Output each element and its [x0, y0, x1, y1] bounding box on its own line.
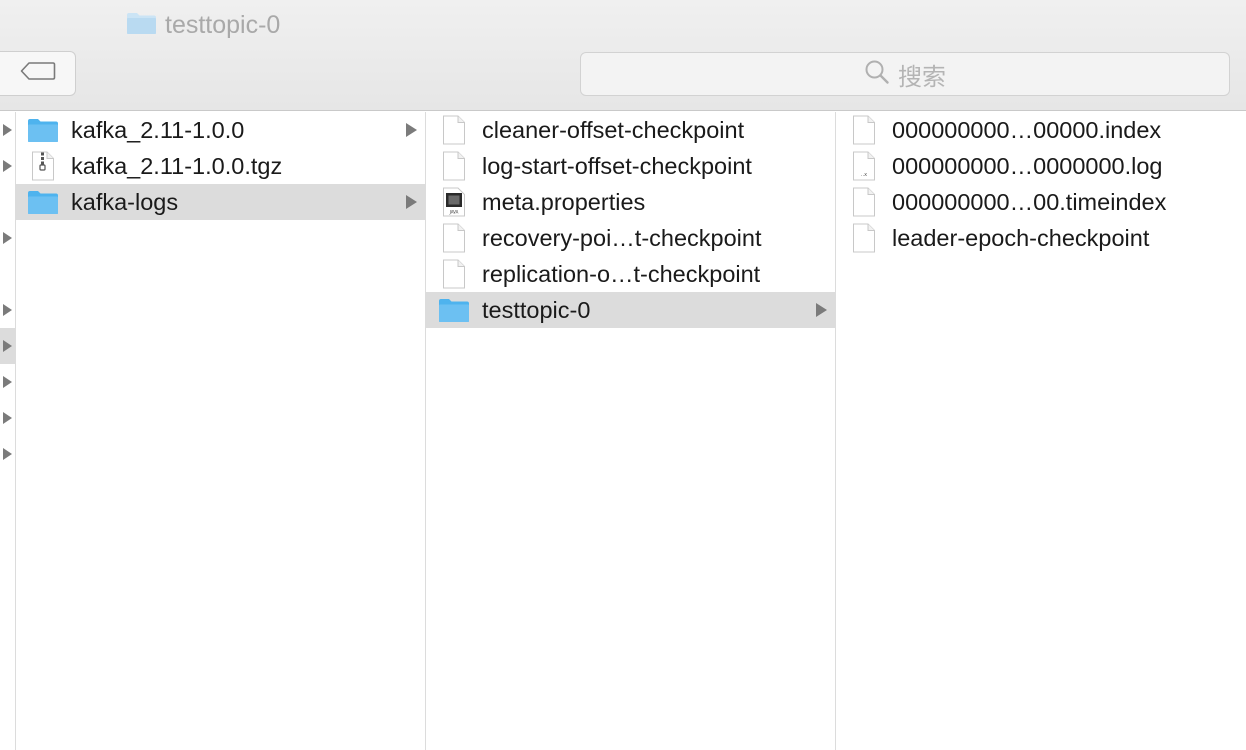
disclosure-arrow-icon	[3, 304, 12, 316]
list-item[interactable]: replication-o…t-checkpoint	[426, 256, 835, 292]
list-item[interactable]: ..x 000000000…0000000.log	[836, 148, 1246, 184]
list-item[interactable]: kafka_2.11-1.0.0.tgz	[16, 148, 425, 184]
svg-text:JAVA: JAVA	[449, 210, 459, 215]
search-placeholder: 搜索	[898, 62, 946, 91]
list-item-label: leader-epoch-checkpoint	[892, 224, 1150, 251]
collapsed-row[interactable]	[0, 148, 15, 184]
document-icon	[437, 259, 471, 289]
list-item-label: kafka-logs	[71, 188, 179, 215]
list-item-label: testtopic-0	[482, 296, 591, 323]
list-item-label: recovery-poi…t-checkpoint	[482, 224, 762, 251]
list-item[interactable]: leader-epoch-checkpoint	[836, 220, 1246, 256]
list-item-label: 000000000…0000000.log	[892, 152, 1163, 179]
folder-icon	[437, 295, 471, 325]
disclosure-arrow-icon	[406, 123, 417, 137]
window-toolbar: testtopic-0 搜索	[0, 0, 1246, 111]
column-2: cleaner-offset-checkpoint log-start-offse…	[426, 112, 836, 750]
log-file-icon: ..x	[847, 151, 881, 181]
list-item[interactable]: kafka_2.11-1.0.0	[16, 112, 425, 148]
document-icon	[847, 115, 881, 145]
list-item-label: 000000000…00000.index	[892, 116, 1162, 143]
list-item-selected[interactable]: testtopic-0	[426, 292, 835, 328]
search-icon	[864, 59, 890, 90]
document-icon	[847, 187, 881, 217]
list-item-label: cleaner-offset-checkpoint	[482, 116, 745, 143]
document-icon	[847, 223, 881, 253]
window-title-group: testtopic-0	[126, 10, 280, 40]
folder-icon	[26, 115, 60, 145]
document-icon	[437, 223, 471, 253]
list-item[interactable]: 000000000…00.timeindex	[836, 184, 1246, 220]
disclosure-arrow-icon	[3, 160, 12, 172]
previous-column-strip	[0, 112, 16, 750]
disclosure-arrow-icon	[3, 376, 12, 388]
list-item-label: replication-o…t-checkpoint	[482, 260, 761, 287]
java-properties-file-icon: JAVA	[437, 187, 471, 217]
document-icon	[437, 115, 471, 145]
document-icon	[437, 151, 471, 181]
collapsed-row[interactable]	[0, 436, 15, 472]
disclosure-arrow-icon	[816, 303, 827, 317]
disclosure-arrow-icon	[3, 340, 12, 352]
list-item-label: kafka_2.11-1.0.0.tgz	[71, 152, 283, 179]
column-3: 000000000…00000.index ..x 000000000…000000…	[836, 112, 1246, 750]
list-item-label: 000000000…00.timeindex	[892, 188, 1167, 215]
svg-text:..x: ..x	[861, 172, 867, 178]
disclosure-arrow-icon	[3, 448, 12, 460]
back-tag-icon	[20, 61, 56, 86]
search-field[interactable]: 搜索	[580, 52, 1230, 96]
disclosure-arrow-icon	[406, 195, 417, 209]
column-browser: kafka_2.11-1.0.0 kafka_2.11-1.0.0.tgzkafk…	[0, 112, 1246, 750]
disclosure-arrow-icon	[3, 232, 12, 244]
list-item[interactable]: JAVA meta.properties	[426, 184, 835, 220]
list-item[interactable]: recovery-poi…t-checkpoint	[426, 220, 835, 256]
window-title: testtopic-0	[165, 10, 281, 39]
column-1: kafka_2.11-1.0.0 kafka_2.11-1.0.0.tgzkafk…	[16, 112, 426, 750]
back-button[interactable]	[0, 51, 76, 96]
list-item[interactable]: 000000000…00000.index	[836, 112, 1246, 148]
list-item[interactable]: cleaner-offset-checkpoint	[426, 112, 835, 148]
list-item-label: log-start-offset-checkpoint	[482, 152, 752, 179]
collapsed-row[interactable]	[0, 400, 15, 436]
folder-icon	[126, 11, 157, 40]
archive-file-icon	[26, 151, 60, 181]
collapsed-row-selected[interactable]	[0, 328, 15, 364]
folder-icon	[26, 187, 60, 217]
collapsed-row[interactable]	[0, 220, 15, 256]
disclosure-arrow-icon	[3, 412, 12, 424]
list-item[interactable]: log-start-offset-checkpoint	[426, 148, 835, 184]
collapsed-row[interactable]	[0, 112, 15, 148]
list-item-label: kafka_2.11-1.0.0	[71, 116, 245, 143]
list-item-label: meta.properties	[482, 188, 646, 215]
collapsed-row[interactable]	[0, 364, 15, 400]
disclosure-arrow-icon	[3, 124, 12, 136]
list-item-selected[interactable]: kafka-logs	[16, 184, 425, 220]
collapsed-row[interactable]	[0, 292, 15, 328]
